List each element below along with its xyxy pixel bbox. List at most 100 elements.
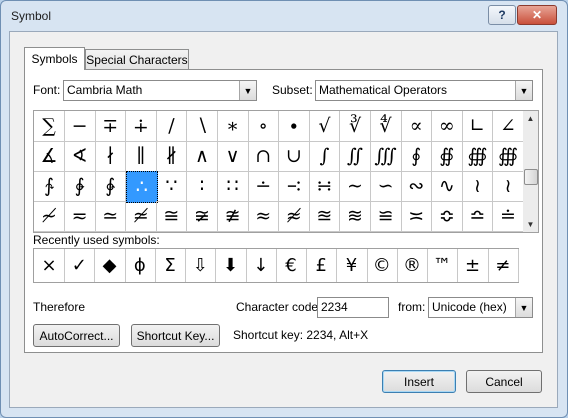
chevron-down-icon[interactable]: ▼ bbox=[515, 81, 532, 100]
symbol-cell[interactable]: ∰ bbox=[493, 141, 524, 172]
symbol-cell[interactable]: ∨ bbox=[217, 141, 249, 172]
recent-symbol[interactable]: ® bbox=[397, 249, 428, 282]
chevron-down-icon[interactable]: ▼ bbox=[239, 81, 256, 100]
recent-symbol[interactable]: × bbox=[34, 249, 65, 282]
scroll-down-icon[interactable]: ▼ bbox=[523, 217, 538, 232]
symbol-cell[interactable]: ∧ bbox=[187, 141, 218, 172]
symbol-cell[interactable]: ∸ bbox=[248, 171, 280, 202]
symbol-grid-scrollbar[interactable]: ▲ ▼ bbox=[523, 110, 539, 233]
recent-symbol[interactable]: ± bbox=[458, 249, 489, 282]
symbol-cell[interactable]: ∷ bbox=[217, 171, 249, 202]
tab-special-characters[interactable]: Special Characters bbox=[85, 49, 189, 70]
symbol-cell[interactable]: ∙ bbox=[278, 111, 310, 142]
symbol-cell[interactable]: ∮ bbox=[401, 141, 433, 172]
tab-symbols[interactable]: Symbols bbox=[24, 47, 85, 70]
symbol-cell[interactable]: ∱ bbox=[34, 171, 65, 202]
title-bar[interactable]: Symbol ? ✕ bbox=[1, 1, 567, 31]
symbol-cell[interactable]: ∔ bbox=[125, 111, 157, 142]
symbol-cell[interactable]: ∭ bbox=[370, 141, 402, 172]
scroll-thumb[interactable] bbox=[524, 169, 538, 185]
symbol-cell[interactable]: ∶ bbox=[187, 171, 218, 202]
symbol-cell[interactable]: ∓ bbox=[95, 111, 127, 142]
symbol-cell[interactable]: ∽ bbox=[370, 171, 402, 202]
recent-symbol[interactable]: ϕ bbox=[125, 249, 156, 282]
symbol-cell[interactable]: ∖ bbox=[187, 111, 218, 142]
symbol-cell[interactable]: − bbox=[64, 111, 96, 142]
chevron-down-icon[interactable]: ▼ bbox=[515, 298, 532, 317]
recent-symbol[interactable]: ✓ bbox=[64, 249, 96, 282]
symbol-cell[interactable]: ∪ bbox=[278, 141, 310, 172]
symbol-cell[interactable]: ∰ bbox=[462, 141, 494, 172]
symbol-cell[interactable]: ≀ bbox=[493, 171, 524, 202]
recent-symbol[interactable]: ™ bbox=[427, 249, 459, 282]
symbol-cell[interactable]: ∬ bbox=[340, 141, 371, 172]
autocorrect-button[interactable]: AutoCorrect... bbox=[33, 324, 120, 347]
recent-symbol[interactable]: £ bbox=[306, 249, 338, 282]
symbol-cell[interactable]: ≂ bbox=[64, 201, 96, 232]
subset-select[interactable]: Mathematical Operators ▼ bbox=[315, 80, 533, 101]
symbol-cell[interactable]: ∟ bbox=[462, 111, 494, 142]
symbol-cell[interactable]: ∦ bbox=[156, 141, 188, 172]
recent-symbol[interactable]: Σ bbox=[155, 249, 186, 282]
symbol-cell[interactable]: ∤ bbox=[95, 141, 127, 172]
symbol-cell[interactable]: ≆ bbox=[187, 201, 218, 232]
symbol-cell[interactable]: ∥ bbox=[125, 141, 157, 172]
character-code-input[interactable]: 2234 bbox=[317, 297, 389, 318]
symbol-cell[interactable]: ≃ bbox=[95, 201, 127, 232]
symbol-cell[interactable]: ≐ bbox=[493, 201, 524, 232]
symbol-cell[interactable]: ∢ bbox=[64, 141, 96, 172]
symbol-cell[interactable]: ≍ bbox=[401, 201, 433, 232]
recent-symbol[interactable]: © bbox=[367, 249, 398, 282]
recent-symbol[interactable]: ↓ bbox=[246, 249, 277, 282]
symbol-grid[interactable]: ∑ − ∓ ∔ ∕ ∖ ∗ ∘ ∙ √ ∛ ∜ ∝ ∞ ∟ ∠ ∡ ∢ ∤ ∥ ∦ ∧ ∨ ∩ ∪ ∫ ∬ ∭ ∮ ∯ ∰ ∰ ∱ ∲ ∳ ∴ ∵ ∶ ∷ ∸… bbox=[33, 110, 525, 233]
symbol-cell[interactable]: ≎ bbox=[431, 201, 463, 232]
symbol-cell[interactable]: ∝ bbox=[401, 111, 433, 142]
symbol-cell[interactable]: ∴ bbox=[125, 171, 158, 203]
symbol-cell[interactable]: ∲ bbox=[64, 171, 96, 202]
symbol-cell[interactable]: ≅ bbox=[156, 201, 188, 232]
recent-symbol[interactable]: ◆ bbox=[95, 249, 126, 282]
symbol-cell[interactable]: ∳ bbox=[95, 171, 127, 202]
symbol-cell[interactable]: ∜ bbox=[370, 111, 402, 142]
symbol-cell[interactable]: ∞ bbox=[431, 111, 463, 142]
symbol-cell[interactable]: √ bbox=[309, 111, 341, 142]
symbol-cell[interactable]: ∫ bbox=[309, 141, 341, 172]
symbol-cell[interactable]: ≄ bbox=[125, 201, 157, 232]
symbol-cell[interactable]: ≇ bbox=[217, 201, 249, 232]
recent-symbols-row[interactable]: × ✓ ◆ ϕ Σ ⇩ ⬇ ↓ € £ ¥ © ® ™ ± ≠ bbox=[33, 248, 519, 283]
symbol-cell[interactable]: ≋ bbox=[340, 201, 371, 232]
symbol-cell[interactable]: ∛ bbox=[340, 111, 371, 142]
symbol-cell[interactable]: ≀ bbox=[462, 171, 494, 202]
symbol-cell[interactable]: ∡ bbox=[34, 141, 65, 172]
symbol-cell[interactable]: ∕ bbox=[156, 111, 188, 142]
symbol-cell[interactable]: ∼ bbox=[340, 171, 371, 202]
help-button[interactable]: ? bbox=[488, 5, 516, 25]
symbol-cell[interactable]: ∵ bbox=[156, 171, 188, 202]
symbol-cell[interactable]: ≊ bbox=[309, 201, 341, 232]
recent-symbol[interactable]: ⬇ bbox=[216, 249, 247, 282]
symbol-cell[interactable]: ≉ bbox=[278, 201, 310, 232]
recent-symbol[interactable]: ⇩ bbox=[185, 249, 217, 282]
symbol-cell[interactable]: ≁ bbox=[34, 201, 65, 232]
symbol-cell[interactable]: ∩ bbox=[248, 141, 280, 172]
insert-button[interactable]: Insert bbox=[382, 370, 456, 393]
recent-symbol[interactable]: ≠ bbox=[488, 249, 519, 282]
close-button[interactable]: ✕ bbox=[517, 5, 557, 25]
cancel-button[interactable]: Cancel bbox=[466, 370, 542, 393]
symbol-cell[interactable]: ∯ bbox=[431, 141, 463, 172]
symbol-cell[interactable]: ∺ bbox=[309, 171, 341, 202]
symbol-cell[interactable]: ≈ bbox=[248, 201, 280, 232]
symbol-cell[interactable]: ∿ bbox=[431, 171, 463, 202]
symbol-cell[interactable]: ∹ bbox=[278, 171, 310, 202]
from-select[interactable]: Unicode (hex) ▼ bbox=[428, 297, 533, 318]
font-select[interactable]: Cambria Math ▼ bbox=[63, 80, 257, 101]
recent-symbol[interactable]: ¥ bbox=[337, 249, 368, 282]
symbol-cell[interactable]: ∑ bbox=[34, 111, 65, 142]
symbol-cell[interactable]: ∘ bbox=[248, 111, 280, 142]
symbol-cell[interactable]: ∾ bbox=[401, 171, 433, 202]
symbol-cell[interactable]: ∗ bbox=[217, 111, 249, 142]
symbol-cell[interactable]: ≏ bbox=[462, 201, 494, 232]
symbol-cell[interactable]: ≌ bbox=[370, 201, 402, 232]
symbol-cell[interactable]: ∠ bbox=[493, 111, 524, 142]
scroll-up-icon[interactable]: ▲ bbox=[523, 111, 538, 126]
